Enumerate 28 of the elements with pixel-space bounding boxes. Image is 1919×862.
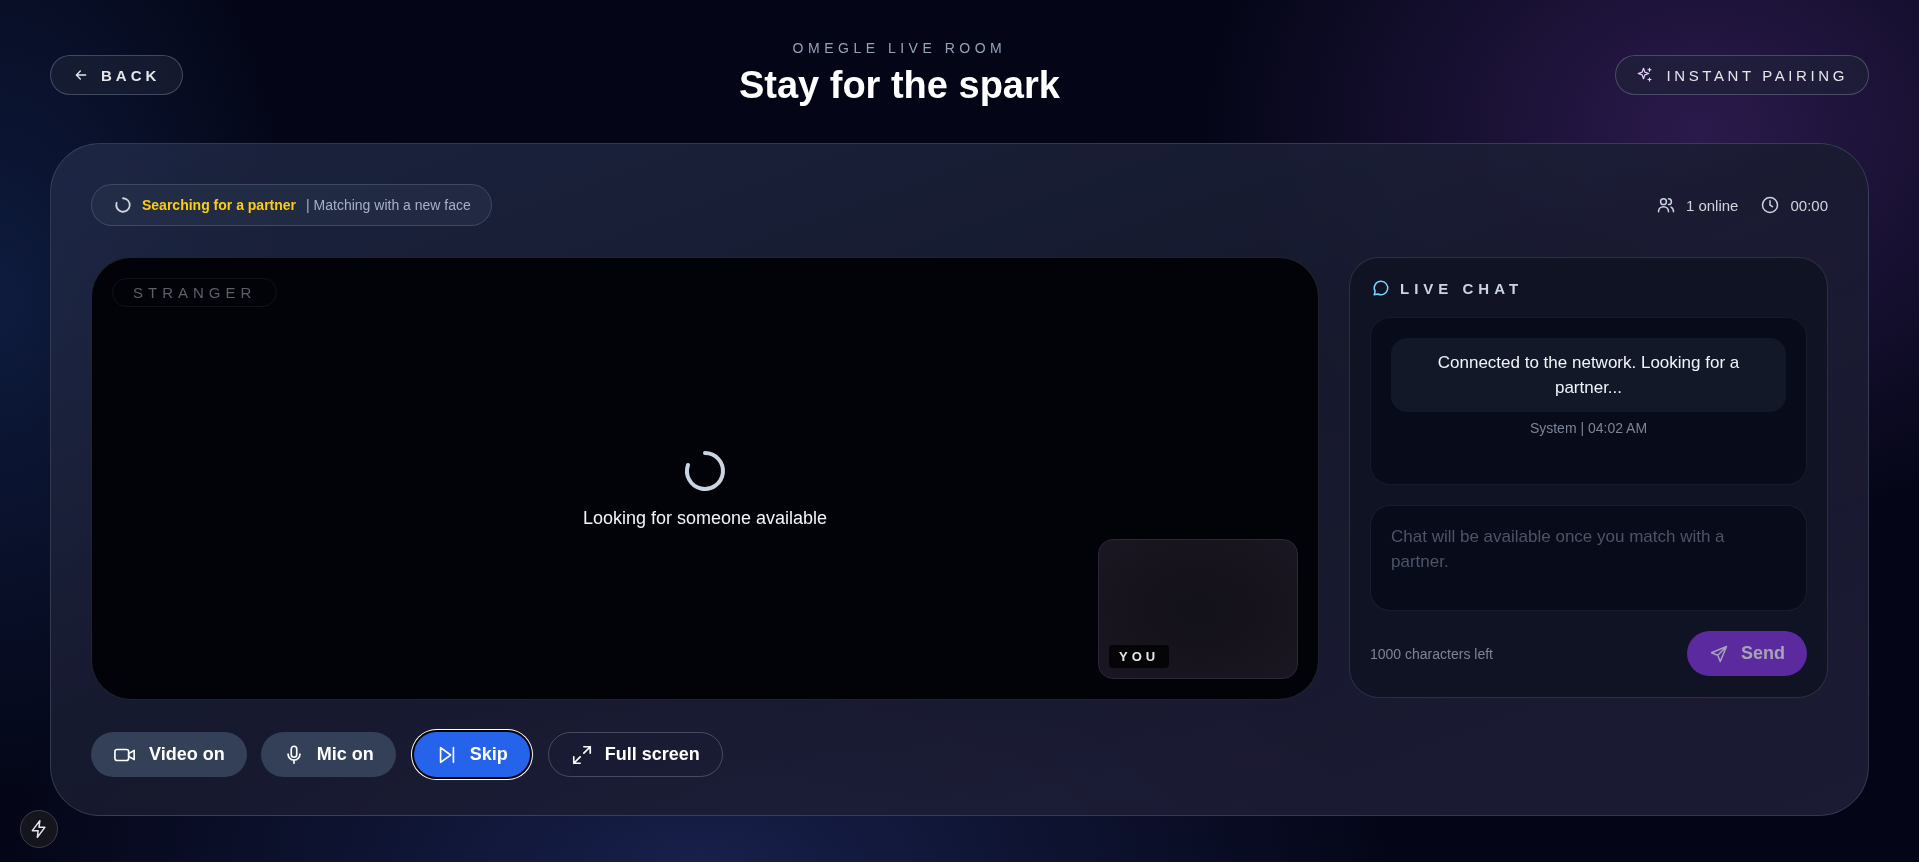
status-text: Searching for a partner xyxy=(142,197,297,213)
expand-icon xyxy=(570,743,593,766)
character-counter: 1000 characters left xyxy=(1370,645,1493,662)
status-detail: | Matching with a new face xyxy=(306,197,471,213)
chat-bubble-icon xyxy=(1372,279,1390,297)
back-button[interactable]: BACK xyxy=(50,55,184,95)
message-meta: System | 04:02 AM xyxy=(1529,420,1648,436)
chat-title: LIVE CHAT xyxy=(1400,279,1524,297)
control-button[interactable]: Skip xyxy=(413,732,530,777)
stat-text: 1 online xyxy=(1685,196,1739,214)
spinner-icon xyxy=(683,448,727,493)
arrow-left-icon xyxy=(73,67,89,83)
sparkles-icon xyxy=(1636,66,1655,84)
users-icon xyxy=(1655,195,1676,215)
message-bubble: Connected to the network. Looking for a partner... xyxy=(1391,338,1786,412)
send-icon xyxy=(1709,643,1729,664)
message-input[interactable]: Chat will be available once you match with a partner. xyxy=(1370,505,1807,611)
instant-pairing-button[interactable]: INSTANT PAIRING xyxy=(1615,55,1869,95)
bolt-button[interactable] xyxy=(20,810,58,848)
room-label: OMEGLE LIVE ROOM xyxy=(792,40,1007,56)
clock-icon xyxy=(1760,195,1781,215)
loading-text: Looking for someone available xyxy=(582,507,828,529)
lightning-icon xyxy=(29,819,49,839)
page-title: Stay for the spark xyxy=(738,64,1060,107)
stat-text: 00:00 xyxy=(1790,196,1828,214)
control-button[interactable]: Video on xyxy=(91,732,247,777)
you-tag: YOU xyxy=(1109,645,1170,668)
control-button[interactable]: Mic on xyxy=(260,732,396,777)
